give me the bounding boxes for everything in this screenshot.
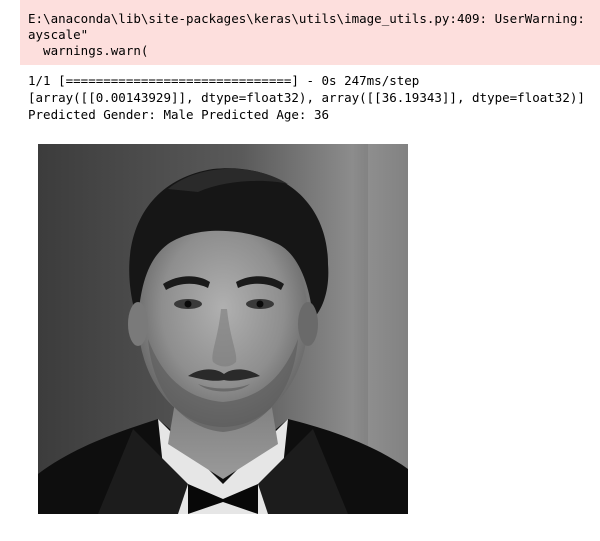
- stderr-line: ayscale": [28, 27, 89, 42]
- progress-line: 1/1 [==============================] - 0…: [28, 73, 420, 88]
- output-image-portrait: [38, 144, 408, 514]
- stderr-line: E:\anaconda\lib\site-packages\keras\util…: [28, 11, 593, 26]
- portrait-photo: [38, 144, 408, 514]
- stderr-output: E:\anaconda\lib\site-packages\keras\util…: [20, 0, 600, 65]
- stdout-output: 1/1 [==============================] - 0…: [28, 72, 600, 123]
- prediction-summary-line: Predicted Gender: Male Predicted Age: 36: [28, 107, 330, 122]
- prediction-array-line: [array([[0.00143929]], dtype=float32), a…: [28, 90, 585, 105]
- stderr-line: warnings.warn(: [28, 43, 149, 58]
